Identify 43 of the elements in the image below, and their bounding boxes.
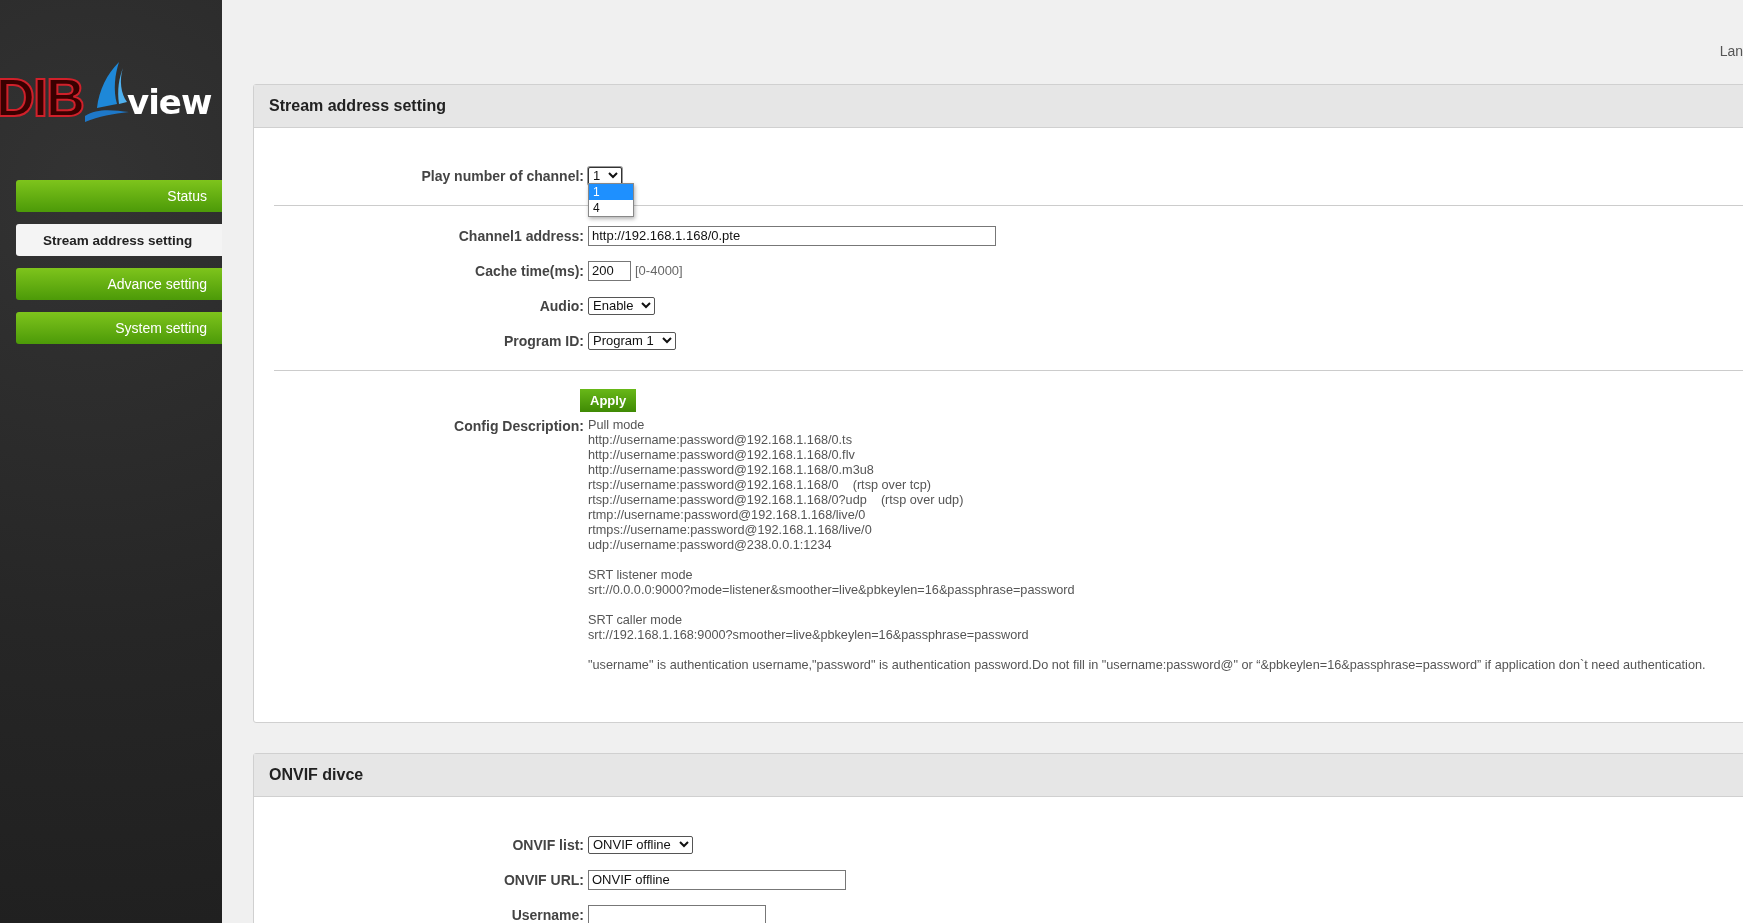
description-line: udp://username:password@238.0.0.1:1234 xyxy=(588,538,833,553)
input-field[interactable]: ONVIF offline xyxy=(588,869,846,890)
logo-brand-text: DIB xyxy=(0,70,83,124)
description-line: rtmp://username:password@192.168.1.168/live/0 xyxy=(588,508,867,523)
field-label: Username: xyxy=(510,906,584,923)
input-field[interactable]: http://192.168.1.168/0.pte xyxy=(588,225,996,246)
description-line: rtsp://username:password@192.168.1.168/0 (rtsp over tcp) xyxy=(588,478,932,493)
caret-icon xyxy=(678,841,689,848)
dropdown[interactable]: Program 1 xyxy=(588,331,676,350)
range-hint: [0-4000] xyxy=(635,263,683,278)
input-field[interactable]: 200 xyxy=(588,260,631,281)
caret-icon xyxy=(641,302,652,309)
description-line: "username" is authentication username,"password" is authentication password.Do not fill in "username:password@" or “&pbkeylen=16&passphrase=password” if application don`t need authentication. xyxy=(588,658,1706,673)
caret-icon xyxy=(608,172,619,179)
panel-title: ONVIF divce xyxy=(269,766,364,784)
field-label: Audio: xyxy=(538,297,584,314)
description-line: http://username:password@192.168.1.168/0.ts xyxy=(588,433,853,448)
dropdown-option[interactable]: 4 xyxy=(589,199,633,216)
field-label: Program ID: xyxy=(502,332,584,349)
language-label[interactable]: Lan xyxy=(1719,43,1743,59)
description-line: SRT listener mode xyxy=(588,568,694,583)
dropdown[interactable]: ONVIF offline xyxy=(588,835,693,854)
description-line: SRT caller mode xyxy=(588,613,684,628)
sidebar-nav-item[interactable]: Stream address setting xyxy=(16,224,222,256)
panel-title: Stream address setting xyxy=(269,97,446,115)
description-line: http://username:password@192.168.1.168/0.flv xyxy=(588,448,856,463)
dropdown[interactable]: 1 xyxy=(588,166,623,185)
description-line: rtsp://username:password@192.168.1.168/0?udp (rtsp over udp) xyxy=(588,493,965,508)
description-line: rtmps://username:password@192.168.1.168/live/0 xyxy=(588,523,873,538)
description-line: srt://192.168.1.168:9000?smoother=live&pbkeylen=16&passphrase=password xyxy=(588,628,1030,643)
logo-product-text: view xyxy=(127,81,212,124)
caret-icon xyxy=(661,337,672,344)
description-line: srt://0.0.0.0:9000?mode=listener&smoother=live&pbkeylen=16&passphrase=password xyxy=(588,583,1076,598)
dropdown[interactable]: Enable xyxy=(588,296,656,315)
field-label: ONVIF URL: xyxy=(502,871,584,888)
field-label: Channel1 address: xyxy=(457,227,584,244)
description-line: Pull mode xyxy=(588,418,646,433)
description-line: http://username:password@192.168.1.168/0.m3u8 xyxy=(588,463,875,478)
field-label: ONVIF list: xyxy=(511,836,584,853)
field-label: Play number of channel: xyxy=(420,167,584,184)
input-field[interactable] xyxy=(588,904,766,923)
field-label: Config Description: xyxy=(453,418,584,434)
field-label: Cache time(ms): xyxy=(474,262,584,279)
